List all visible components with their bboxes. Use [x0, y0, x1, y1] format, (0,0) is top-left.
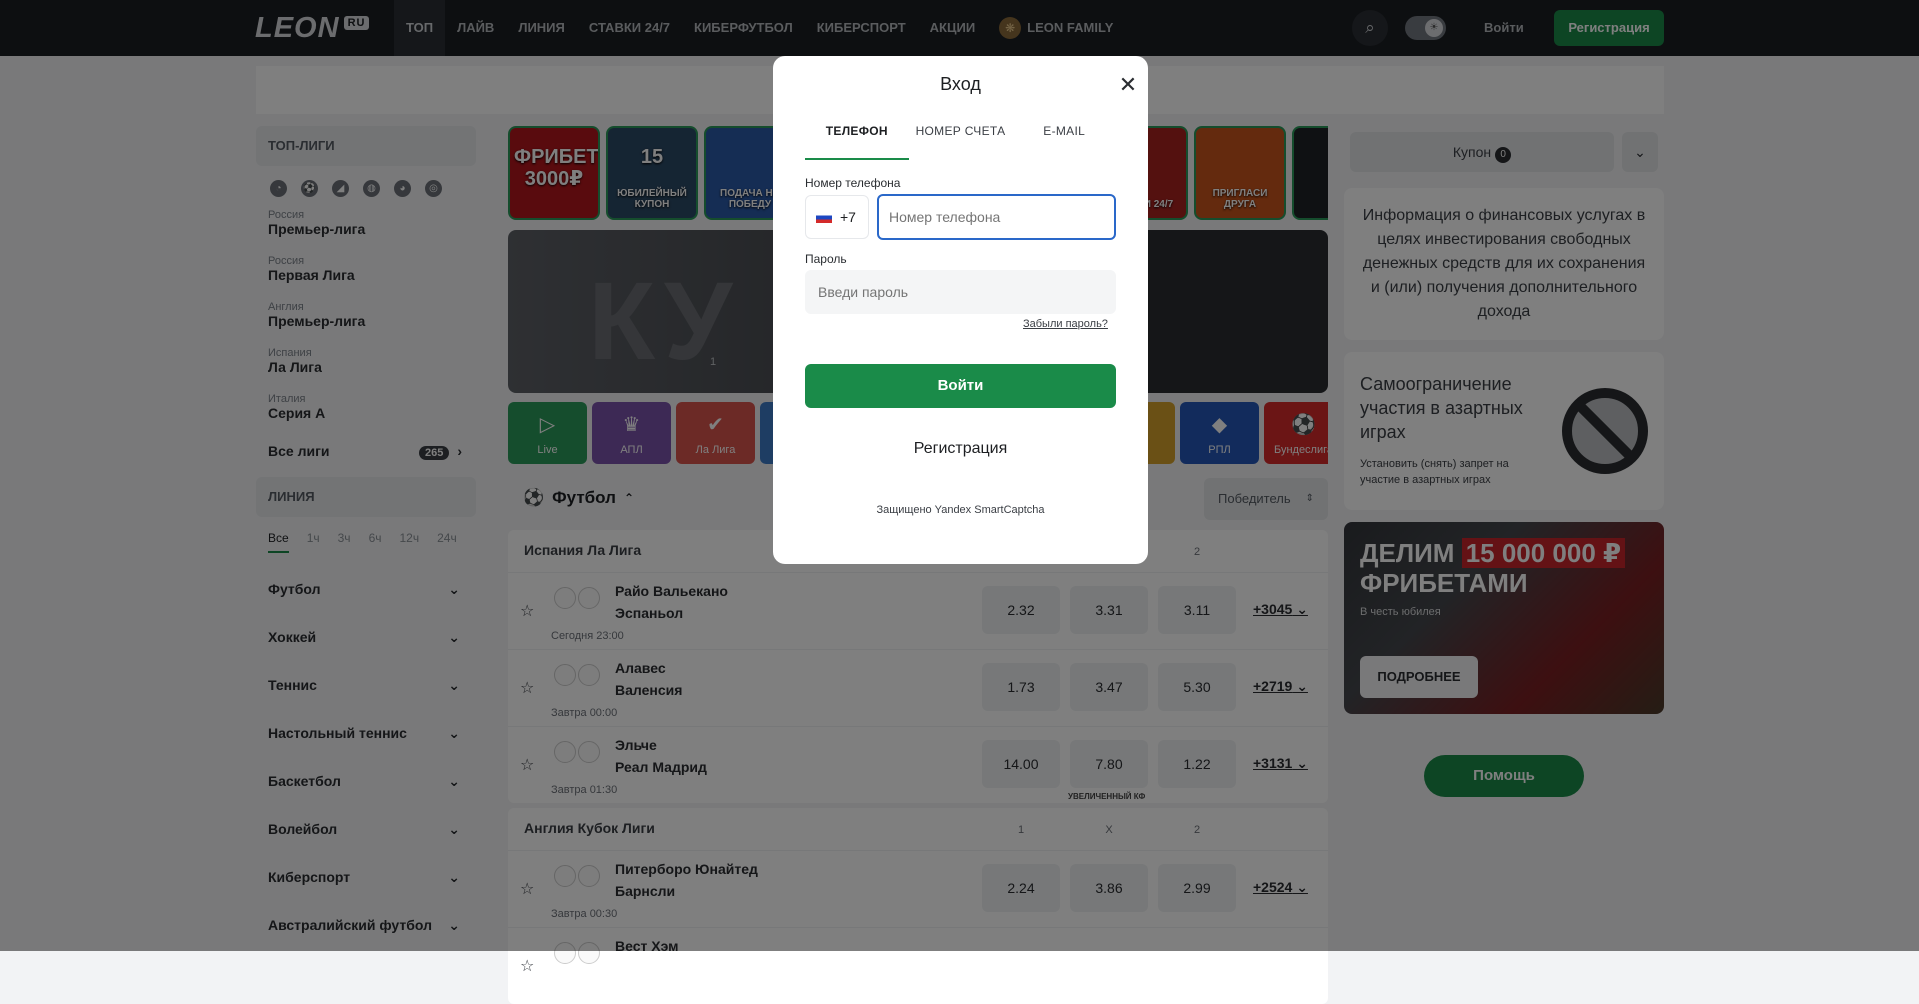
close-icon[interactable]: ✕ [1117, 74, 1139, 96]
captcha-notice: Защищено Yandex SmartCaptcha [876, 504, 1045, 516]
login-method-tabs: ТЕЛЕФОН НОМЕР СЧЕТА E-MAIL [805, 124, 1116, 160]
star-icon[interactable]: ☆ [520, 956, 534, 976]
login-modal: Вход ✕ ТЕЛЕФОН НОМЕР СЧЕТА E-MAIL Номер … [773, 56, 1148, 564]
phone-input[interactable] [877, 194, 1116, 240]
login-button[interactable]: Войти [805, 364, 1116, 408]
modal-title: Вход [940, 74, 981, 94]
tab-phone[interactable]: ТЕЛЕФОН [805, 124, 909, 160]
password-label: Пароль [805, 252, 847, 266]
country-code-select[interactable]: +7 [805, 195, 869, 239]
russia-flag-icon [816, 211, 832, 223]
register-link[interactable]: Регистрация [773, 440, 1148, 458]
tab-account-number[interactable]: НОМЕР СЧЕТА [909, 124, 1013, 160]
country-code: +7 [840, 209, 856, 225]
phone-label: Номер телефона [805, 176, 901, 190]
password-input[interactable] [805, 270, 1116, 314]
forgot-password-link[interactable]: Забыли пароль? [1023, 318, 1108, 330]
tab-email[interactable]: E-MAIL [1012, 124, 1116, 160]
